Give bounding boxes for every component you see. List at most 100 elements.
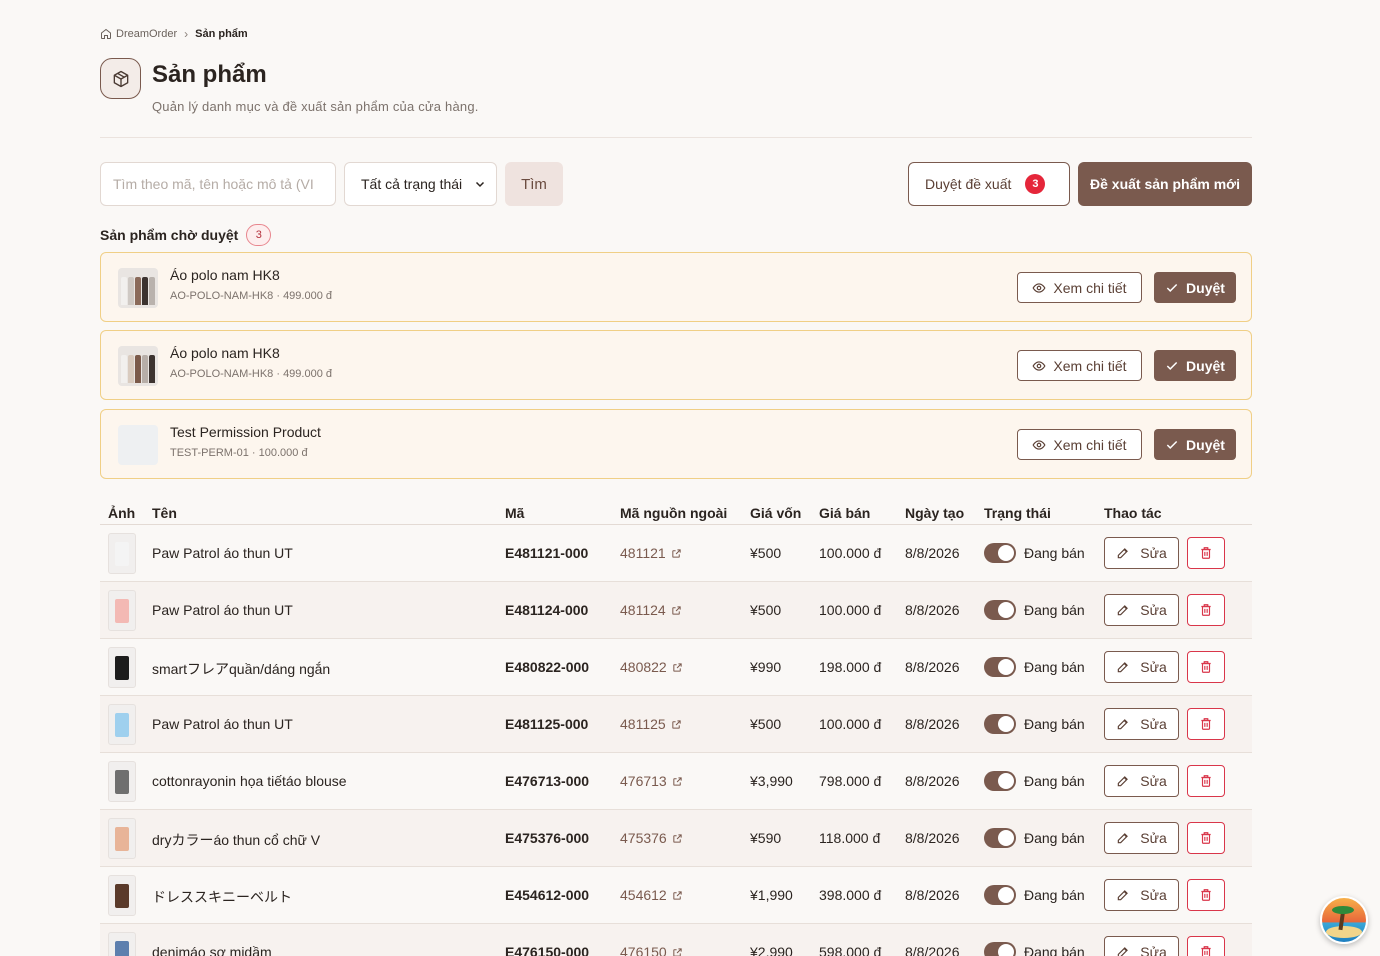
status-toggle[interactable] [984, 771, 1016, 791]
approve-button[interactable]: Duyệt [1154, 429, 1236, 460]
delete-button[interactable] [1187, 879, 1225, 911]
external-source-link[interactable]: 481124 [620, 602, 682, 618]
search-button[interactable]: Tìm [505, 162, 563, 206]
search-input[interactable] [100, 162, 336, 206]
status-toggle[interactable] [984, 942, 1016, 956]
edit-button[interactable]: Sửa [1104, 651, 1179, 683]
table-row: smartフレアquần/dáng ngắn E480822-000 480822 ¥… [100, 639, 1252, 696]
edit-button[interactable]: Sửa [1104, 594, 1179, 626]
status-toggle[interactable] [984, 885, 1016, 905]
pending-card: Áo polo nam HK8 AO-POLO-NAM-HK8 · 499.00… [100, 330, 1252, 400]
page-subtitle: Quản lý danh mục và đề xuất sản phẩm của… [152, 99, 479, 114]
status-toggle[interactable] [984, 657, 1016, 677]
sale-price: 198.000 đ [819, 659, 882, 675]
delete-button[interactable] [1187, 822, 1225, 854]
status-label: Đang bán [1024, 773, 1085, 789]
external-link-icon [673, 833, 682, 843]
product-code: E481125-000 [505, 716, 589, 732]
product-name: denimáo sơ midầm [152, 944, 272, 956]
product-code: E481121-000 [505, 545, 589, 561]
status-toggle[interactable] [984, 543, 1016, 563]
edit-button[interactable]: Sửa [1104, 822, 1179, 854]
external-source-code: 481121 [620, 545, 666, 561]
edit-label: Sửa [1140, 830, 1167, 846]
external-source-link[interactable]: 481125 [620, 716, 682, 732]
product-name: Paw Patrol áo thun UT [152, 545, 293, 561]
status-toggle[interactable] [984, 714, 1016, 734]
status-label: Đang bán [1024, 545, 1085, 561]
pending-product-name: Áo polo nam HK8 [170, 267, 280, 283]
check-icon [1166, 440, 1178, 449]
external-link-icon [673, 662, 682, 672]
edit-button[interactable]: Sửa [1104, 879, 1179, 911]
delete-button[interactable] [1187, 936, 1225, 956]
chevron-right-icon: › [184, 27, 189, 41]
external-source-link[interactable]: 481121 [620, 545, 682, 561]
column-header: Mã nguồn ngoài [620, 505, 728, 521]
pending-card: Test Permission Product TEST-PERM-01 · 1… [100, 409, 1252, 479]
delete-button[interactable] [1187, 594, 1225, 626]
created-date: 8/8/2026 [905, 602, 960, 618]
external-source-link[interactable]: 480822 [620, 659, 683, 675]
product-name: Paw Patrol áo thun UT [152, 716, 293, 732]
external-source-code: 475376 [620, 830, 667, 846]
trash-icon [1201, 604, 1211, 616]
table-row: dryカラーáo thun cổ chữ V E475376-000 475376 ¥… [100, 810, 1252, 867]
edit-button[interactable]: Sửa [1104, 765, 1179, 797]
delete-button[interactable] [1187, 708, 1225, 740]
edit-button[interactable]: Sửa [1104, 537, 1179, 569]
trash-icon [1201, 661, 1211, 673]
eye-icon [1032, 282, 1046, 293]
delete-button[interactable] [1187, 537, 1225, 569]
created-date: 8/8/2026 [905, 773, 960, 789]
external-source-link[interactable]: 475376 [620, 830, 683, 846]
pending-title-text: Sản phẩm chờ duyệt [100, 227, 239, 243]
external-source-link[interactable]: 476150 [620, 944, 683, 956]
cost-price: ¥1,990 [750, 887, 793, 903]
external-link-icon [673, 890, 682, 900]
edit-label: Sửa [1140, 944, 1167, 956]
created-date: 8/8/2026 [905, 659, 960, 675]
pencil-icon [1118, 776, 1129, 787]
status-toggle[interactable] [984, 828, 1016, 848]
breadcrumb-home-link[interactable]: DreamOrder [116, 28, 177, 40]
review-proposals-button[interactable]: Duyệt đề xuất 3 [908, 162, 1070, 206]
product-thumbnail [108, 818, 136, 859]
status-toggle[interactable] [984, 600, 1016, 620]
trash-icon [1201, 832, 1211, 844]
external-source-code: 454612 [620, 887, 667, 903]
view-detail-button[interactable]: Xem chi tiết [1017, 429, 1142, 460]
external-link-icon [673, 947, 682, 956]
external-link-icon [673, 776, 682, 786]
external-source-code: 481124 [620, 602, 666, 618]
external-source-link[interactable]: 454612 [620, 887, 683, 903]
view-detail-button[interactable]: Xem chi tiết [1017, 350, 1142, 381]
check-icon [1166, 283, 1178, 292]
sale-price: 100.000 đ [819, 602, 882, 618]
edit-button[interactable]: Sửa [1104, 936, 1179, 956]
pencil-icon [1118, 548, 1129, 559]
delete-button[interactable] [1187, 651, 1225, 683]
column-header: Tên [152, 505, 177, 521]
product-thumbnail [108, 704, 136, 745]
delete-button[interactable] [1187, 765, 1225, 797]
external-link-icon [672, 605, 681, 615]
status-select[interactable]: Tất cả trạng thái [344, 162, 497, 206]
table-row: Paw Patrol áo thun UT E481121-000 481121 ¥5… [100, 525, 1252, 582]
propose-product-button[interactable]: Đề xuất sản phẩm mới [1078, 162, 1252, 206]
view-detail-button[interactable]: Xem chi tiết [1017, 272, 1142, 303]
approve-button[interactable]: Duyệt [1154, 272, 1236, 303]
edit-button[interactable]: Sửa [1104, 708, 1179, 740]
cost-price: ¥590 [750, 830, 782, 846]
created-date: 8/8/2026 [905, 887, 960, 903]
cost-price: ¥500 [750, 545, 782, 561]
approve-button[interactable]: Duyệt [1154, 350, 1236, 381]
external-source-link[interactable]: 476713 [620, 773, 683, 789]
assistant-avatar-button[interactable] [1320, 896, 1368, 944]
product-name: smartフレアquần/dáng ngắn [152, 661, 331, 677]
external-link-icon [672, 719, 681, 729]
product-thumbnail [108, 932, 136, 956]
edit-label: Sửa [1140, 716, 1167, 732]
pending-section-title: Sản phẩm chờ duyệt 3 [100, 224, 272, 246]
table-header: Ảnh Tên Mã Mã nguồn ngoài Giá vốn Giá bá… [100, 503, 1252, 525]
